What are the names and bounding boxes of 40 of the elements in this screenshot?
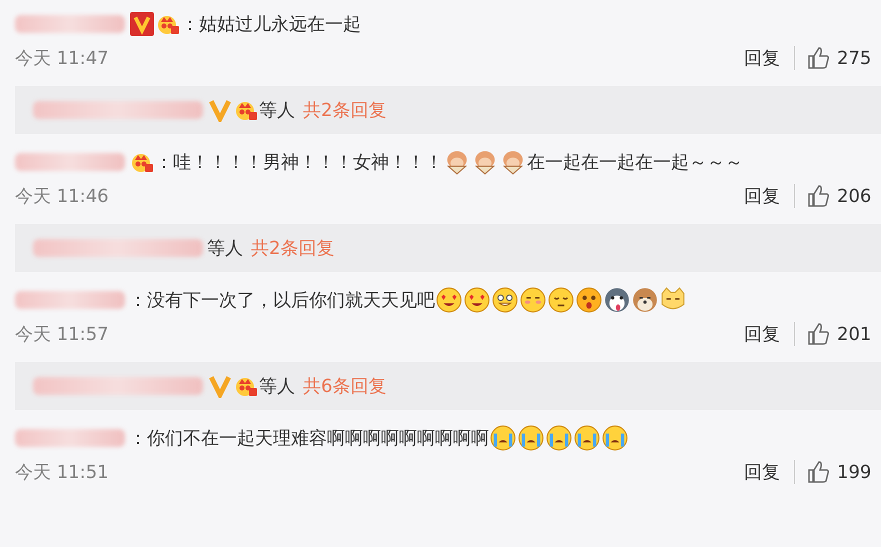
like-count: 201 xyxy=(837,324,872,344)
timestamp: 今天 11:57 xyxy=(15,323,110,346)
timestamp: 今天 11:46 xyxy=(15,185,110,208)
emoji-icon xyxy=(518,425,544,451)
comment-text: 在一起在一起在一起～～～ xyxy=(527,151,743,174)
others-label: 等人 xyxy=(259,99,295,122)
comment-text: ：哇！！！！男神！！！女神！！！ xyxy=(155,151,443,174)
timestamp: 今天 11:51 xyxy=(15,461,110,484)
emoji-icon xyxy=(604,287,630,313)
thumbs-up-icon[interactable] xyxy=(807,46,831,70)
emoji-icon xyxy=(548,287,574,313)
comment-text: ：没有下一次了，以后你们就天天见吧 xyxy=(129,289,435,312)
reply-link[interactable]: 回复 xyxy=(744,184,795,208)
reply-link[interactable]: 回复 xyxy=(744,322,795,346)
emoji-icon xyxy=(632,287,658,313)
emoji-icon xyxy=(546,425,572,451)
emoji-icon xyxy=(602,425,628,451)
others-label: 等人 xyxy=(207,237,243,260)
emoji-icon xyxy=(574,425,600,451)
emoji-icon xyxy=(520,287,546,313)
thumbs-up-icon[interactable] xyxy=(807,460,831,484)
emoji-icon xyxy=(492,287,518,313)
comment-text: ：姑姑过儿永远在一起 xyxy=(181,13,361,36)
reply-link[interactable]: 回复 xyxy=(744,460,795,484)
emoji-icon xyxy=(490,425,516,451)
thumbs-up-icon[interactable] xyxy=(807,184,831,208)
emoji-icon xyxy=(464,287,490,313)
others-label: 等人 xyxy=(259,375,295,398)
timestamp: 今天 11:47 xyxy=(15,47,110,70)
like-count: 275 xyxy=(837,48,872,68)
verified-icon xyxy=(208,98,232,122)
comment-text: ：你们不在一起天理难容啊啊啊啊啊啊啊啊啊 xyxy=(129,427,489,450)
like-count: 206 xyxy=(837,186,872,206)
thumbs-up-icon[interactable] xyxy=(807,322,831,346)
emoji-icon xyxy=(436,287,462,313)
like-count: 199 xyxy=(837,462,872,482)
verified-icon xyxy=(208,374,232,398)
verified-icon xyxy=(130,12,154,36)
reply-link[interactable]: 回复 xyxy=(744,46,795,70)
emoji-icon xyxy=(576,287,602,313)
